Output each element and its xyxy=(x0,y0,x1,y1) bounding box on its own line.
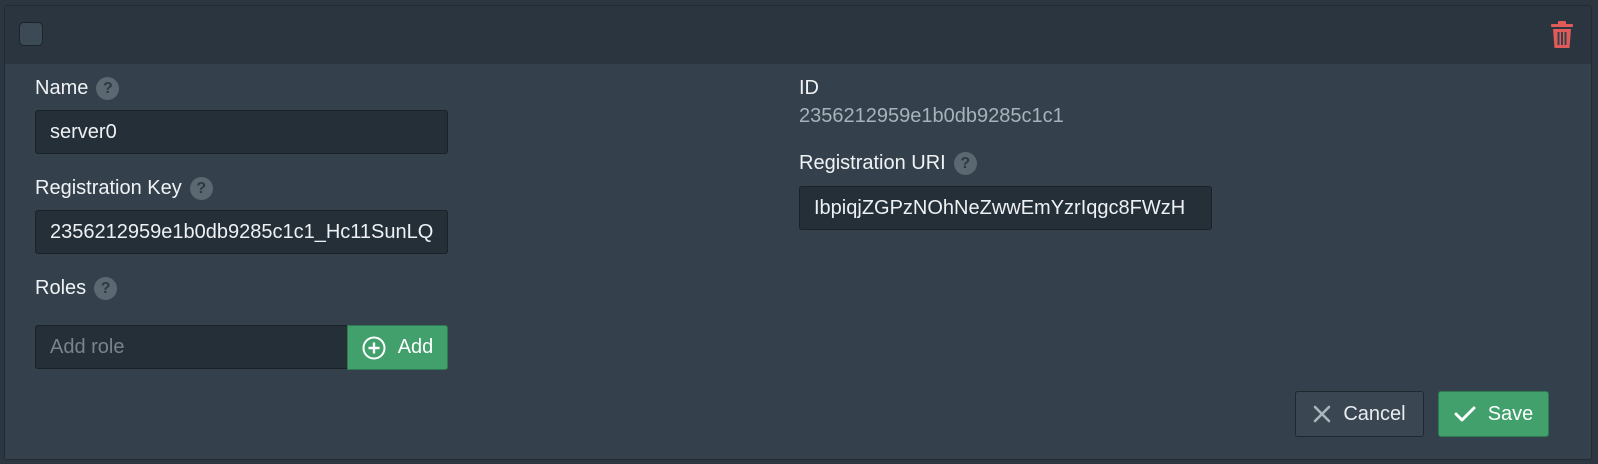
id-value: 2356212959e1b0db9285c1c1 xyxy=(799,105,1064,127)
save-button[interactable]: Save xyxy=(1438,391,1549,437)
select-checkbox[interactable] xyxy=(19,22,43,46)
name-input[interactable] xyxy=(35,110,448,154)
cancel-label: Cancel xyxy=(1343,402,1406,425)
role-input[interactable] xyxy=(35,325,348,369)
registration-key-label: Registration Key ? xyxy=(35,177,213,200)
server-edit-panel: Name ? Registration Key ? Roles ? Add ID… xyxy=(4,5,1592,460)
close-icon xyxy=(1314,405,1331,423)
add-role-button[interactable]: Add xyxy=(347,325,448,370)
panel-header xyxy=(5,6,1591,64)
roles-label-text: Roles xyxy=(35,277,87,299)
trash-icon[interactable] xyxy=(1550,21,1574,49)
registration-uri-label-text: Registration URI xyxy=(799,152,946,174)
name-label: Name ? xyxy=(35,77,120,100)
registration-uri-input[interactable] xyxy=(799,186,1212,230)
roles-label: Roles ? xyxy=(35,277,118,300)
id-label-text: ID xyxy=(799,77,819,99)
checkmark-icon xyxy=(1454,406,1476,422)
add-role-label: Add xyxy=(397,336,434,358)
registration-key-input[interactable] xyxy=(35,210,448,254)
name-label-text: Name xyxy=(35,77,89,99)
roles-help-icon[interactable]: ? xyxy=(94,277,118,300)
registration-key-help-icon[interactable]: ? xyxy=(189,177,213,200)
cancel-button[interactable]: Cancel xyxy=(1295,391,1424,437)
registration-uri-label: Registration URI ? xyxy=(799,152,977,175)
id-label: ID xyxy=(799,77,819,100)
plus-circle-icon xyxy=(362,336,386,359)
name-help-icon[interactable]: ? xyxy=(96,77,120,100)
save-label: Save xyxy=(1487,402,1534,425)
registration-key-label-text: Registration Key xyxy=(35,177,182,199)
registration-uri-help-icon[interactable]: ? xyxy=(953,152,977,175)
